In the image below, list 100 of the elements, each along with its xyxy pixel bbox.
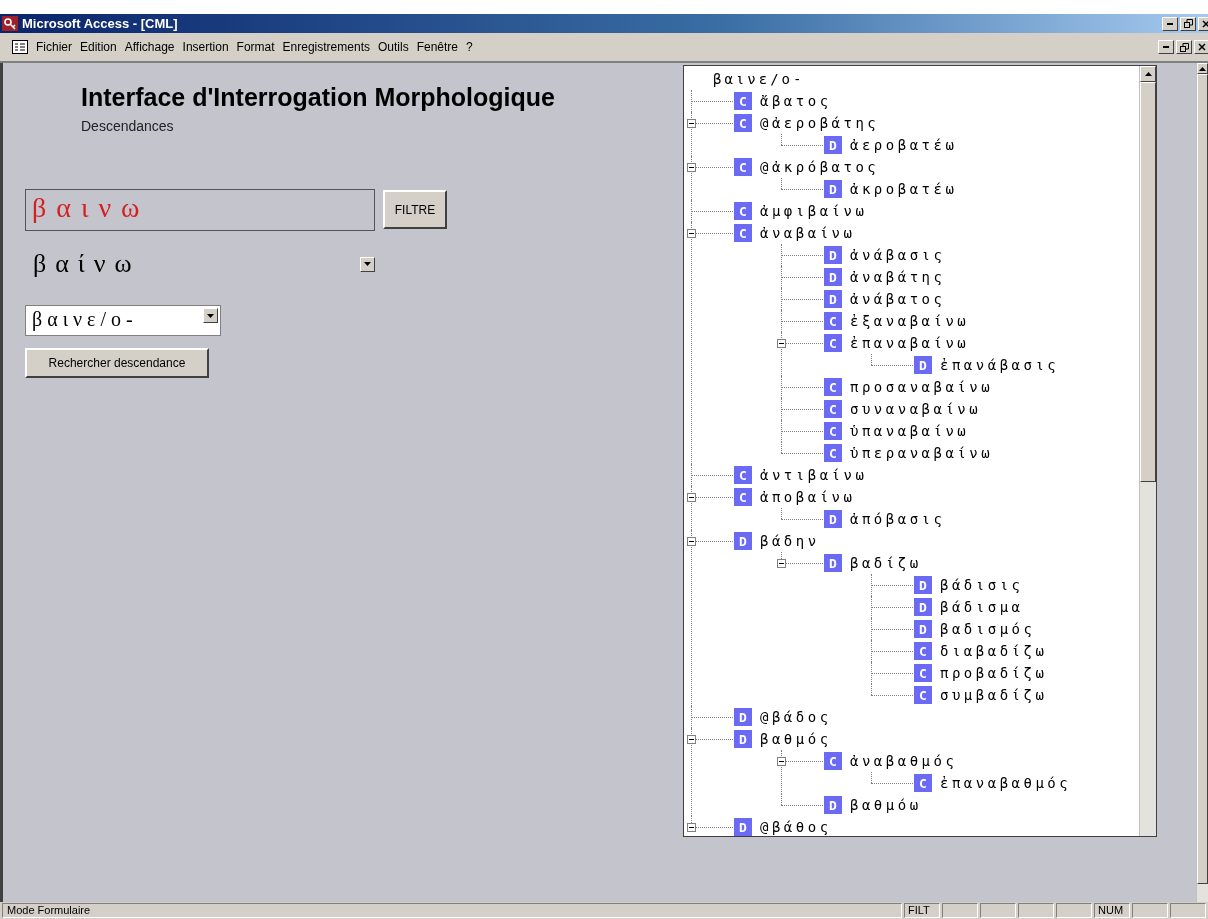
category-badge: D [734,708,752,726]
tree-root[interactable]: βαινε/ο- [691,68,1139,90]
tree-item[interactable]: βάδισμα [940,599,1024,615]
form-title: Interface d'Interrogation Morphologique [81,83,556,112]
menu-item[interactable]: Edition [76,40,121,54]
menu-item[interactable]: Enregistrements [278,40,374,54]
tree-item[interactable]: συναναβαίνω [850,401,982,417]
window-title: Microsoft Access - [CML] [22,16,179,31]
tree-item[interactable]: ὑπεραναβαίνω [850,445,994,461]
tree-item[interactable]: ἀναβάτης [850,269,946,285]
collapse-icon[interactable] [777,339,786,348]
close-button[interactable] [1194,40,1208,54]
tree-item[interactable]: ἀνάβατος [850,291,946,307]
status-panel [980,903,1016,918]
tree-item[interactable]: ἐπανάβασις [940,357,1060,373]
tree-item[interactable]: ἀπόβασις [850,511,946,527]
minimize-icon [1163,46,1169,48]
close-icon [1198,43,1206,51]
collapse-icon[interactable] [687,735,696,744]
dropdown-arrow-icon [364,262,371,266]
tree-item[interactable]: @βάδος [760,709,832,725]
tree-scrollbar[interactable] [1139,66,1156,836]
tree-item[interactable]: συμβαδίζω [940,687,1048,703]
lemma-combo[interactable]: βαίνω [33,249,141,279]
restore-icon [1179,42,1189,52]
tree-item[interactable]: ἐπαναβαθμός [940,775,1072,791]
search-descendants-button[interactable]: Rechercher descendance [25,348,209,378]
menu-item[interactable]: Format [232,40,279,54]
collapse-icon[interactable] [687,823,696,832]
category-badge: D [734,818,752,836]
menu-item[interactable]: Insertion [178,40,233,54]
tree-item[interactable]: ἀναβαίνω [760,225,856,241]
menu-item[interactable]: ? [462,40,477,54]
category-badge: C [914,774,932,792]
status-panel [1018,903,1054,918]
tree-item[interactable]: βαδίζω [850,555,922,571]
form-scrollbar[interactable] [1196,63,1208,902]
tree-item[interactable]: ἀνάβασις [850,247,946,263]
restore-button[interactable] [1180,16,1196,31]
tree-item[interactable]: βαδισμός [940,621,1036,637]
collapse-icon[interactable] [687,229,696,238]
menu-item[interactable]: Fichier [32,40,76,54]
category-badge: C [824,752,842,770]
category-badge: D [824,180,842,198]
category-badge: C [914,686,932,704]
tree-item[interactable]: @ἀκρόβατος [760,159,880,175]
category-badge: C [734,488,752,506]
dropdown-button[interactable] [360,256,375,272]
tree-item[interactable]: ἀποβαίνω [760,489,856,505]
category-badge: D [824,246,842,264]
form-subtitle: Descendances [81,118,175,134]
collapse-icon[interactable] [687,493,696,502]
form-view-icon[interactable] [12,40,28,54]
tree-item[interactable]: ἀμφιβαίνω [760,203,868,219]
tree-item[interactable]: ἀκροβατέω [850,181,958,197]
collapse-icon[interactable] [687,119,696,128]
status-panel [1132,903,1168,918]
scroll-up-icon [1144,72,1152,76]
restore-button[interactable] [1176,40,1192,54]
minimize-button[interactable] [1158,40,1174,54]
tree-item[interactable]: ἀναβαθμός [850,753,958,769]
category-badge: C [734,92,752,110]
tree-item[interactable]: ὑπαναβαίνω [850,423,970,439]
category-badge: D [824,136,842,154]
tree-item[interactable]: βαθμός [760,731,832,747]
tree-item[interactable]: προβαδίζω [940,665,1048,681]
tree-item[interactable]: ἄβατος [760,93,832,109]
collapse-icon[interactable] [687,163,696,172]
category-badge: C [734,158,752,176]
status-panel [1056,903,1092,918]
status-indicator: NUM [1094,903,1130,918]
menu-item[interactable]: Outils [373,40,413,54]
collapse-icon[interactable] [777,757,786,766]
tree-item[interactable]: ἀεροβατέω [850,137,958,153]
category-badge: C [824,334,842,352]
category-badge: C [914,642,932,660]
collapse-icon[interactable] [777,559,786,568]
minimize-button[interactable] [1162,16,1178,31]
collapse-icon[interactable] [687,537,696,546]
category-badge: D [914,356,932,374]
category-badge: D [734,532,752,550]
tree-item[interactable]: @βάθος [760,819,832,835]
filter-button[interactable]: FILTRE [383,190,447,229]
tree-item[interactable]: διαβαδίζω [940,643,1048,659]
tree-item[interactable]: ἀντιβαίνω [760,467,868,483]
category-badge: D [914,598,932,616]
tree-item[interactable]: @ἀεροβάτης [760,115,880,131]
category-badge: C [734,114,752,132]
tree-item[interactable]: βαθμόω [850,797,922,813]
status-panel [1170,903,1206,918]
menu-item[interactable]: Fenêtre [412,40,462,54]
tree-item[interactable]: βάδην [760,533,820,549]
menu-item[interactable]: Affichage [120,40,179,54]
category-badge: D [824,554,842,572]
tree-item[interactable]: προσαναβαίνω [850,379,994,395]
tree-item[interactable]: βάδισις [940,577,1024,593]
tree-item[interactable]: ἐξαναβαίνω [850,313,970,329]
tree-item[interactable]: ἐπαναβαίνω [850,335,970,351]
root-combo[interactable]: βαινε/ο- [25,305,221,336]
restore-icon [1183,19,1193,28]
